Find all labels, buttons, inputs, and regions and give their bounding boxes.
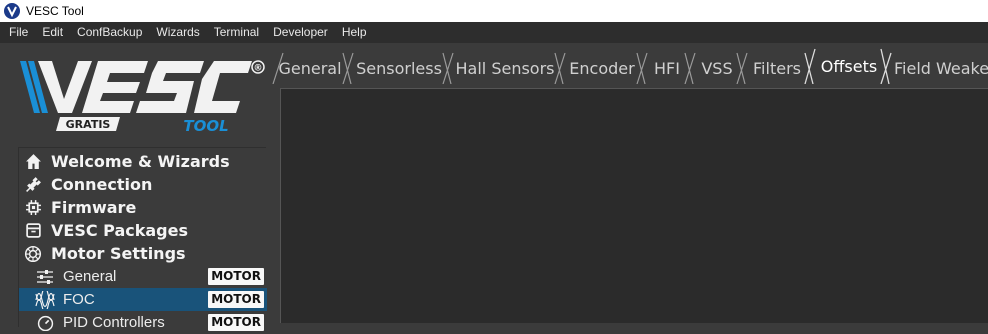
sidebar-item-general[interactable]: General MOTOR xyxy=(19,265,267,288)
tab-encoder[interactable]: Encoder xyxy=(568,54,636,82)
tab-offsets[interactable]: Offsets xyxy=(818,50,880,82)
tab-general[interactable]: General xyxy=(278,54,341,82)
main-area: ® GRATIS TOOL Welcome & Wizards Connecti… xyxy=(0,43,988,331)
offsets-content-panel xyxy=(280,88,988,323)
tab-filters[interactable]: Filters xyxy=(750,54,804,82)
window-title: VESC Tool xyxy=(26,4,84,18)
motor-badge: MOTOR xyxy=(208,268,264,285)
menu-edit[interactable]: Edit xyxy=(35,22,70,43)
title-bar: VESC Tool xyxy=(0,0,988,22)
registered-mark: ® xyxy=(254,64,263,74)
sidebar-item-vesc-packages[interactable]: VESC Packages xyxy=(19,219,267,242)
tab-sensorless[interactable]: Sensorless xyxy=(356,54,442,82)
menu-confbackup[interactable]: ConfBackup xyxy=(70,22,149,43)
sidebar-item-label: Connection xyxy=(51,175,153,194)
vesc-app-icon xyxy=(4,3,20,19)
motor-badge: MOTOR xyxy=(208,291,264,308)
logo-tool-text: TOOL xyxy=(183,117,228,135)
tab-field-weakening[interactable]: Field Weaker xyxy=(894,54,988,82)
vesc-tool-logo: ® GRATIS TOOL xyxy=(20,60,265,135)
menu-wizards[interactable]: Wizards xyxy=(149,22,206,43)
package-icon xyxy=(23,221,43,241)
plug-icon xyxy=(23,175,43,195)
sidebar-item-label: Motor Settings xyxy=(51,244,186,263)
tab-separator xyxy=(636,52,648,84)
sidebar-item-label: Welcome & Wizards xyxy=(51,152,230,171)
sidebar-item-connection[interactable]: Connection xyxy=(19,173,267,196)
sidebar-item-motor-settings[interactable]: Motor Settings xyxy=(19,242,267,265)
sidebar-nav: Welcome & Wizards Connection Firmware VE… xyxy=(18,147,267,331)
settings-tab-bar: General Sensorless Hall Sensors Encoder … xyxy=(272,48,988,84)
menu-file[interactable]: File xyxy=(2,22,35,43)
tab-vss[interactable]: VSS xyxy=(698,54,736,82)
sidebar-item-label: Firmware xyxy=(51,198,137,217)
tab-hall-sensors[interactable]: Hall Sensors xyxy=(456,54,555,82)
menu-terminal[interactable]: Terminal xyxy=(207,22,266,43)
sidebar-item-label: VESC Packages xyxy=(51,221,188,240)
sliders-icon xyxy=(35,267,55,287)
sidebar-item-firmware[interactable]: Firmware xyxy=(19,196,267,219)
menu-bar: File Edit ConfBackup Wizards Terminal De… xyxy=(0,22,988,43)
tab-separator xyxy=(880,48,892,84)
tab-separator xyxy=(442,52,454,84)
sidebar-item-label: FOC xyxy=(63,291,95,308)
motor-icon xyxy=(23,244,43,264)
sidebar-item-welcome-wizards[interactable]: Welcome & Wizards xyxy=(19,150,267,173)
chip-icon xyxy=(23,198,43,218)
sidebar-item-foc[interactable]: FOC MOTOR xyxy=(19,288,267,311)
home-icon xyxy=(23,152,43,172)
tab-separator xyxy=(684,52,696,84)
menu-help[interactable]: Help xyxy=(335,22,374,43)
tab-separator xyxy=(342,52,354,84)
logo-gratis-tag: GRATIS xyxy=(66,118,111,131)
tab-separator xyxy=(736,52,748,84)
foc-waveform-icon xyxy=(35,290,55,310)
menu-developer[interactable]: Developer xyxy=(266,22,335,43)
sidebar-item-label: General xyxy=(63,268,117,285)
tab-separator xyxy=(804,48,816,84)
tab-separator xyxy=(554,52,566,84)
tab-hfi[interactable]: HFI xyxy=(650,54,684,82)
